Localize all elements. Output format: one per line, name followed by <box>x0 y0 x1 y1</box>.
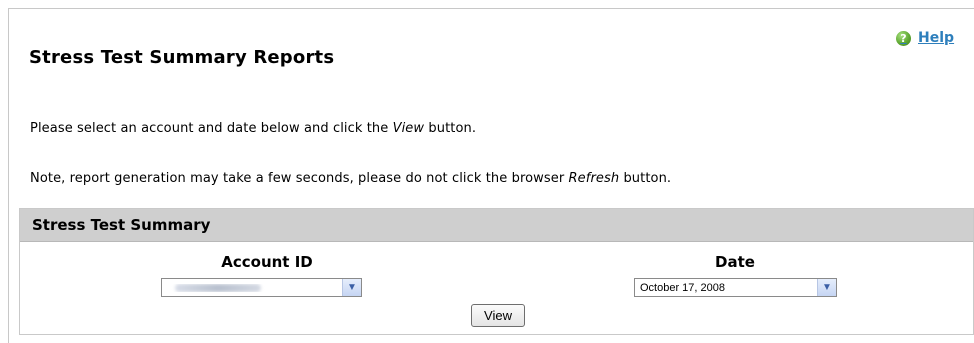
date-value: October 17, 2008 <box>640 281 726 294</box>
instruction-select-account: Please select an account and date below … <box>30 121 477 136</box>
date-select[interactable]: October 17, 2008 ▼ <box>634 278 837 297</box>
help-icon[interactable]: ? <box>896 30 911 46</box>
date-label: Date <box>715 253 755 271</box>
help-link[interactable]: ? Help <box>896 30 954 46</box>
refresh-emphasis: Refresh <box>568 171 620 186</box>
stress-test-summary-panel: Stress Test Summary Account ID Date ▼ Oc… <box>19 208 974 335</box>
help-label[interactable]: Help <box>918 30 954 46</box>
account-id-select[interactable]: ▼ <box>161 278 362 297</box>
page-title: Stress Test Summary Reports <box>29 47 335 68</box>
view-emphasis: View <box>392 121 425 136</box>
chevron-down-icon[interactable]: ▼ <box>817 279 836 296</box>
chevron-down-icon[interactable]: ▼ <box>342 279 361 296</box>
instruction-refresh-note: Note, report generation may take a few s… <box>30 171 672 186</box>
view-button[interactable]: View <box>471 304 525 327</box>
account-id-label: Account ID <box>221 253 313 271</box>
account-id-value <box>162 283 342 292</box>
blurred-account-value <box>175 283 261 292</box>
panel-header: Stress Test Summary <box>20 209 973 242</box>
